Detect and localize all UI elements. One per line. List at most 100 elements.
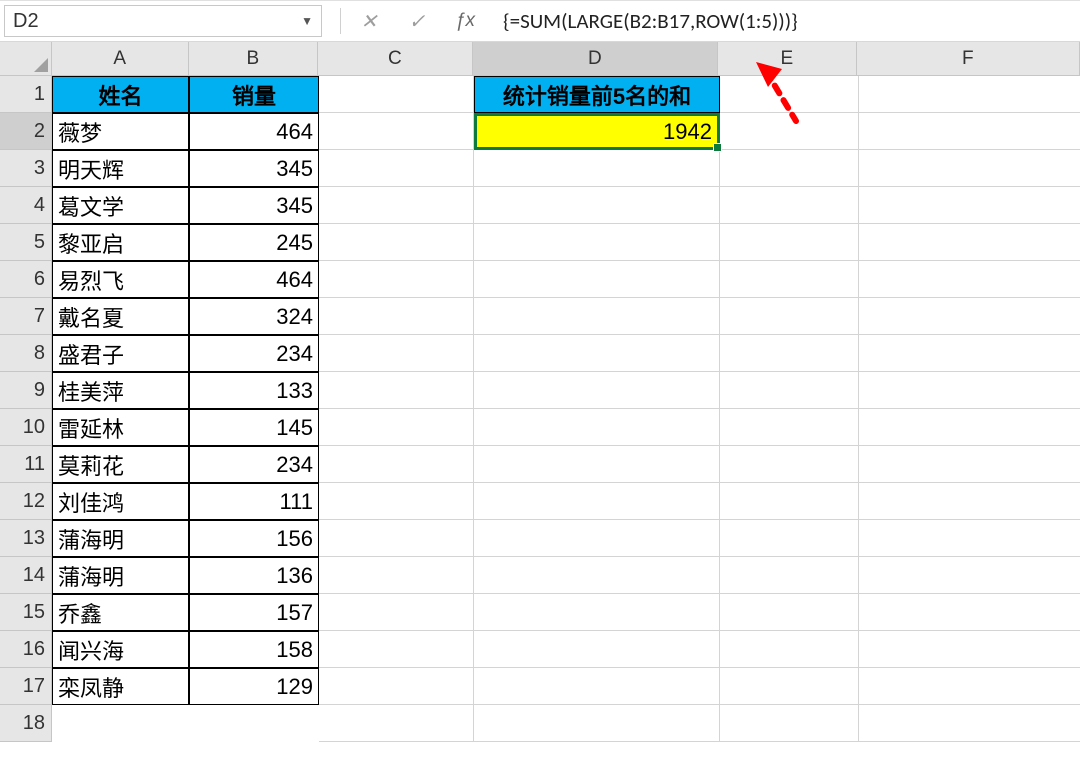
cell-C1[interactable] [319, 76, 474, 113]
cell-F13[interactable] [859, 520, 1080, 557]
cell-D6[interactable] [474, 261, 720, 298]
cell-D3[interactable] [474, 150, 720, 187]
cell-F7[interactable] [859, 298, 1080, 335]
cell-B6[interactable]: 464 [189, 261, 319, 298]
cell-A10[interactable]: 雷延林 [52, 409, 189, 446]
cell-A7[interactable]: 戴名夏 [52, 298, 189, 335]
cell-C10[interactable] [319, 409, 474, 446]
cell-F5[interactable] [859, 224, 1080, 261]
cell-F16[interactable] [859, 631, 1080, 668]
cell-D7[interactable] [474, 298, 720, 335]
cell-F17[interactable] [859, 668, 1080, 705]
cell-C14[interactable] [319, 557, 474, 594]
cell-D17[interactable] [474, 668, 720, 705]
cell-B7[interactable]: 324 [189, 298, 319, 335]
cell-F8[interactable] [859, 335, 1080, 372]
spreadsheet-grid[interactable]: ABCDEF 123456789101112131415161718 姓名销量薇… [0, 42, 1080, 76]
cell-F14[interactable] [859, 557, 1080, 594]
row-header-6[interactable]: 6 [0, 261, 52, 298]
cell-F18[interactable] [859, 705, 1080, 742]
row-header-14[interactable]: 14 [0, 557, 52, 594]
row-header-7[interactable]: 7 [0, 298, 52, 335]
cell-D10[interactable] [474, 409, 720, 446]
cell-B1[interactable]: 销量 [189, 76, 319, 113]
row-header-4[interactable]: 4 [0, 187, 52, 224]
cell-A1[interactable]: 姓名 [52, 76, 189, 113]
row-header-12[interactable]: 12 [0, 483, 52, 520]
cell-C2[interactable] [319, 113, 474, 150]
cell-E12[interactable] [720, 483, 859, 520]
cell-D5[interactable] [474, 224, 720, 261]
col-header-D[interactable]: D [473, 42, 718, 76]
cell-A9[interactable]: 桂美萍 [52, 372, 189, 409]
cell-B2[interactable]: 464 [189, 113, 319, 150]
cell-C9[interactable] [319, 372, 474, 409]
cell-F2[interactable] [859, 113, 1080, 150]
cell-D11[interactable] [474, 446, 720, 483]
cell-D4[interactable] [474, 187, 720, 224]
cell-F12[interactable] [859, 483, 1080, 520]
cell-C17[interactable] [319, 668, 474, 705]
cell-E18[interactable] [720, 705, 859, 742]
cell-E2[interactable] [720, 113, 859, 150]
cell-A3[interactable]: 明天辉 [52, 150, 189, 187]
cell-B4[interactable]: 345 [189, 187, 319, 224]
col-header-E[interactable]: E [718, 42, 857, 76]
cell-E5[interactable] [720, 224, 859, 261]
cell-C7[interactable] [319, 298, 474, 335]
cell-B12[interactable]: 111 [189, 483, 319, 520]
cell-D14[interactable] [474, 557, 720, 594]
cell-A5[interactable]: 黎亚启 [52, 224, 189, 261]
cell-C18[interactable] [319, 705, 474, 742]
confirm-check-icon[interactable]: ✓ [393, 5, 441, 37]
cell-C4[interactable] [319, 187, 474, 224]
chevron-down-icon[interactable]: ▼ [301, 14, 313, 28]
cell-B10[interactable]: 145 [189, 409, 319, 446]
cell-B8[interactable]: 234 [189, 335, 319, 372]
cell-D1[interactable]: 统计销量前5名的和 [474, 76, 720, 113]
cell-F1[interactable] [859, 76, 1080, 113]
cell-D2[interactable]: 1942 [474, 113, 720, 150]
row-header-1[interactable]: 1 [0, 76, 52, 113]
cell-F4[interactable] [859, 187, 1080, 224]
col-header-B[interactable]: B [189, 42, 319, 76]
cell-C12[interactable] [319, 483, 474, 520]
formula-bar[interactable]: {=SUM(LARGE(B2:B17,ROW(1:5)))} [495, 5, 1074, 37]
cell-C6[interactable] [319, 261, 474, 298]
cell-D8[interactable] [474, 335, 720, 372]
cell-A16[interactable]: 闻兴海 [52, 631, 189, 668]
cell-E9[interactable] [720, 372, 859, 409]
cell-E15[interactable] [720, 594, 859, 631]
cell-B17[interactable]: 129 [189, 668, 319, 705]
cell-F10[interactable] [859, 409, 1080, 446]
cell-D15[interactable] [474, 594, 720, 631]
cell-C15[interactable] [319, 594, 474, 631]
cell-B5[interactable]: 245 [189, 224, 319, 261]
cell-D12[interactable] [474, 483, 720, 520]
cell-C8[interactable] [319, 335, 474, 372]
col-header-A[interactable]: A [52, 42, 189, 76]
fx-icon[interactable]: ƒx [441, 5, 489, 37]
cell-F6[interactable] [859, 261, 1080, 298]
row-header-9[interactable]: 9 [0, 372, 52, 409]
row-header-8[interactable]: 8 [0, 335, 52, 372]
col-header-C[interactable]: C [318, 42, 473, 76]
cell-A13[interactable]: 蒲海明 [52, 520, 189, 557]
cell-F15[interactable] [859, 594, 1080, 631]
cell-E1[interactable] [720, 76, 859, 113]
cell-B9[interactable]: 133 [189, 372, 319, 409]
cell-A15[interactable]: 乔鑫 [52, 594, 189, 631]
cell-D18[interactable] [474, 705, 720, 742]
cell-E16[interactable] [720, 631, 859, 668]
cell-E10[interactable] [720, 409, 859, 446]
cell-B14[interactable]: 136 [189, 557, 319, 594]
select-all-corner[interactable] [0, 42, 52, 76]
row-header-15[interactable]: 15 [0, 594, 52, 631]
cell-B16[interactable]: 158 [189, 631, 319, 668]
cell-E6[interactable] [720, 261, 859, 298]
cell-D13[interactable] [474, 520, 720, 557]
cell-A4[interactable]: 葛文学 [52, 187, 189, 224]
cell-F9[interactable] [859, 372, 1080, 409]
cell-B11[interactable]: 234 [189, 446, 319, 483]
cancel-x-icon[interactable]: ✕ [345, 5, 393, 37]
